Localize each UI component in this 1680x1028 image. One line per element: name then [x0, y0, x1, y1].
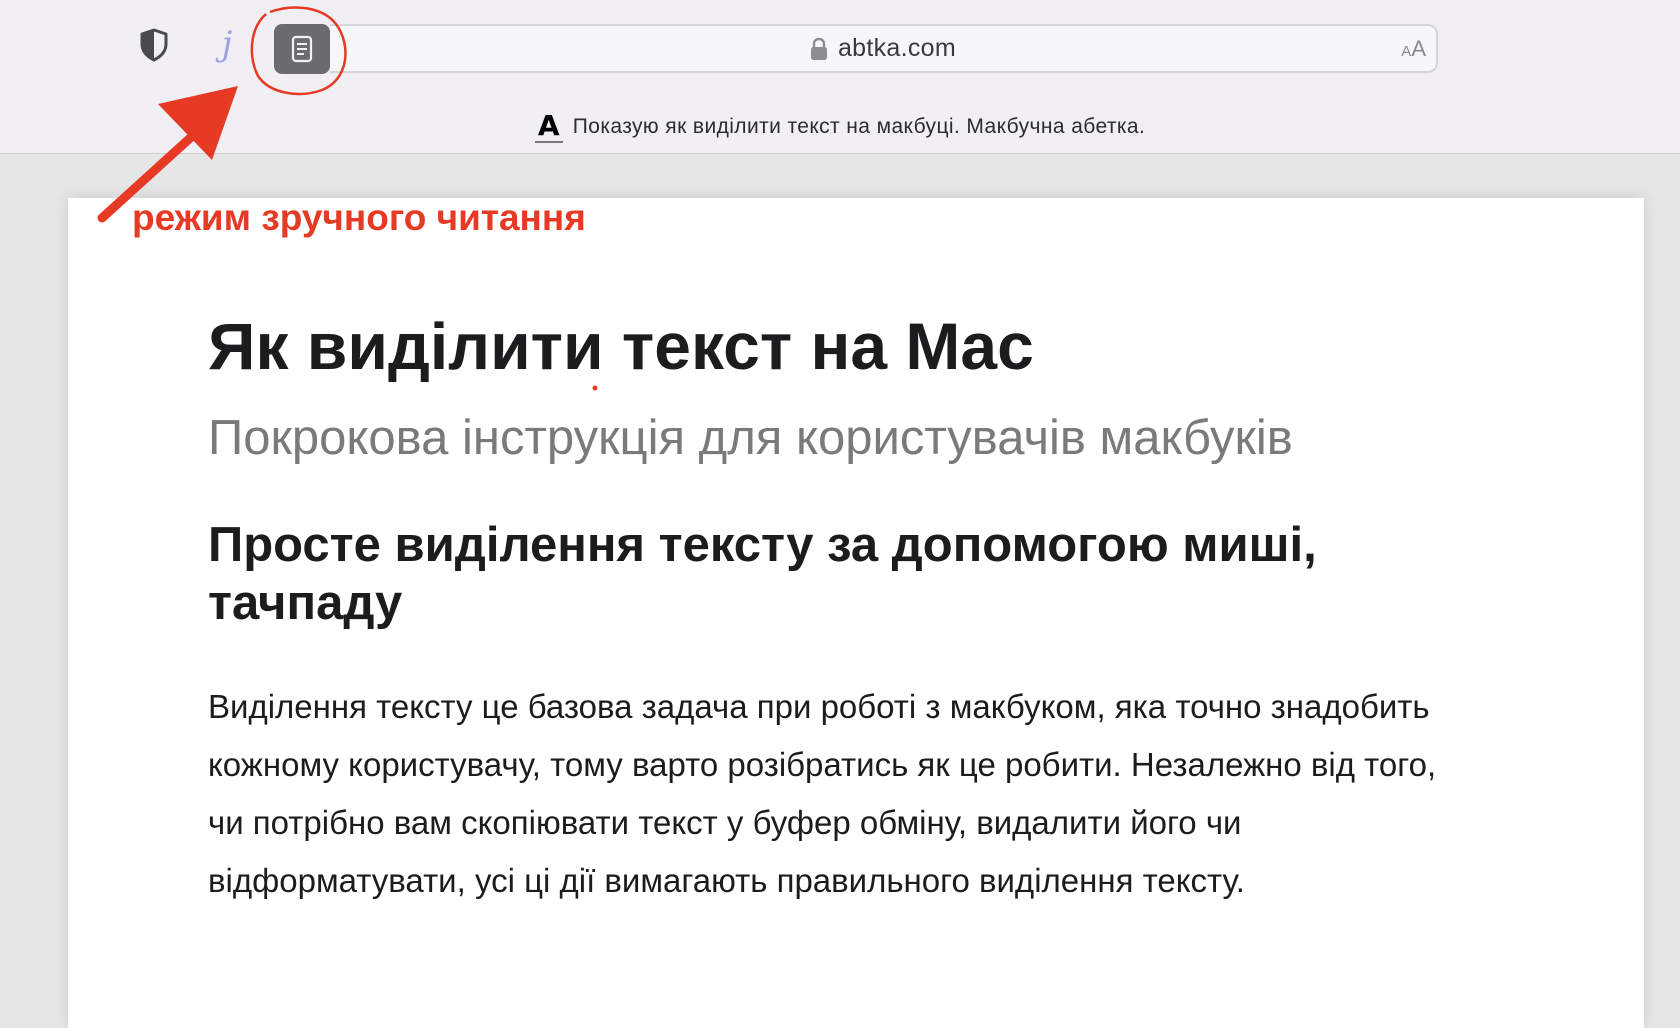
reader-mode-icon: [291, 35, 313, 63]
article-subtitle: Покрокова інструкція для користувачів ма…: [208, 411, 1293, 465]
address-bar[interactable]: abtka.com AA: [330, 24, 1438, 73]
article-title: Як виділити текст на Mac: [208, 309, 1034, 383]
text-size-small-glyph: A: [1401, 43, 1412, 60]
reader-article: Як виділити текст на Mac Покрокова інстр…: [68, 198, 1644, 1028]
url-display: abtka.com: [330, 26, 1436, 71]
shield-icon: [140, 28, 168, 62]
annotation-label: режим зручного читання: [132, 197, 586, 238]
article-paragraph: Виділення тексту це базова задача при ро…: [208, 688, 1437, 899]
reader-mode-button[interactable]: [274, 24, 330, 74]
url-text: abtka.com: [837, 34, 957, 62]
extension-button[interactable]: j: [212, 22, 242, 66]
lock-icon: [810, 37, 827, 60]
section-heading: Просте виділення тексту за допомогою миш…: [208, 518, 1317, 630]
tab-title: Показую як виділити текст на макбуці. Ма…: [572, 115, 1146, 138]
text-size-large-glyph: A: [1411, 36, 1426, 61]
privacy-report-button[interactable]: [136, 26, 172, 64]
page-settings-button[interactable]: AA: [1401, 34, 1426, 64]
browser-toolbar: j abtka.com AA A Показую як виділити тек…: [0, 0, 1680, 154]
tab-title-row[interactable]: A Показую як виділити текст на макбуці. …: [0, 106, 1680, 148]
site-favicon: A: [534, 111, 563, 143]
